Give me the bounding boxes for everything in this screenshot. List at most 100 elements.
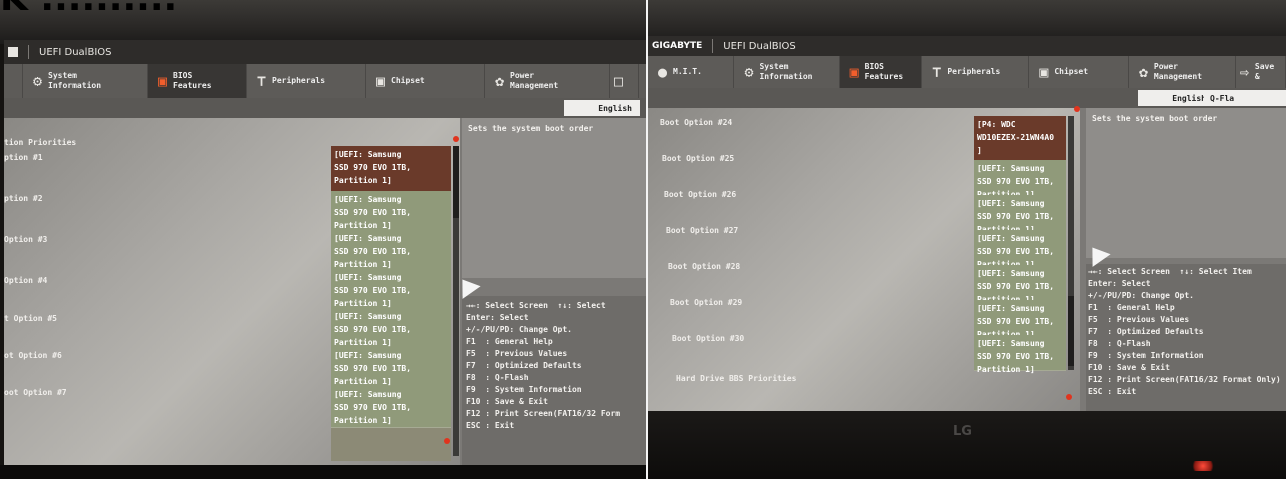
key-legend-line: F7 : Optimized Defaults xyxy=(466,361,582,370)
tab-power-management[interactable]: ✿ Power Management xyxy=(485,64,610,98)
tab-label: Peripherals xyxy=(272,76,326,85)
tab-label: System Information xyxy=(759,62,813,81)
help-panel: Sets the system boot order xyxy=(1086,108,1286,258)
tab-peripherals[interactable]: ⊤ Peripherals xyxy=(247,64,366,98)
boot-option-label: Boot Option #29 xyxy=(670,298,743,307)
overlay-title: K .......... xyxy=(0,0,646,19)
scrollbar-thumb[interactable] xyxy=(453,146,459,218)
key-legend-line: F8 : Q-Flash xyxy=(466,373,529,382)
key-legend-line: +/-/PU/PD: Change Opt. xyxy=(1088,291,1194,300)
dropdown-option[interactable]: [P4: WDC WD10EZEX-21WN4A0 ] xyxy=(974,116,1066,161)
key-legend-line: F10 : Save & Exit xyxy=(466,397,548,406)
scrollbar-thumb[interactable] xyxy=(1068,296,1074,366)
dropdown-scrollbar[interactable] xyxy=(1068,116,1074,370)
monitor-bezel: LG xyxy=(648,411,1286,479)
title-separator xyxy=(28,45,29,59)
key-legend-line: ESC : Exit xyxy=(1088,387,1137,396)
key-legend-line: ESC : Exit xyxy=(466,421,515,430)
dropdown-option[interactable]: [UEFI: Samsung SSD 970 EVO 1TB, Partitio… xyxy=(974,160,1066,199)
dropdown-option[interactable]: [UEFI: Samsung SSD 970 EVO 1TB, Partitio… xyxy=(974,300,1066,339)
dropdown-option[interactable]: [UEFI: Samsung SSD 970 EVO 1TB, Partitio… xyxy=(331,386,451,428)
chipset-icon: ▣ xyxy=(1039,63,1049,81)
dropdown-option[interactable]: [UEFI: Samsung SSD 970 EVO 1TB, Partitio… xyxy=(974,335,1066,374)
tab-mit[interactable]: ● M.I.T. xyxy=(648,56,735,88)
peripherals-icon: ⊤ xyxy=(932,63,942,81)
brand-logo: GIGABYTE xyxy=(652,41,703,51)
tab-chipset[interactable]: ▣ Chipset xyxy=(366,64,485,98)
tab-label: M.I.T. xyxy=(673,67,702,76)
boot-option-label: Boot Option #25 xyxy=(662,154,735,163)
boot-option-label: Boot Option #27 xyxy=(666,226,739,235)
boot-option-label: Option #4 xyxy=(4,276,48,285)
key-legend-line: →←: Select Screen ↑↓: Select xyxy=(466,301,606,310)
language-button[interactable]: English xyxy=(564,100,640,116)
dropdown-option[interactable]: [UEFI: Samsung SSD 970 EVO 1TB, Partitio… xyxy=(331,347,451,389)
dropdown-option[interactable]: [UEFI: Samsung SSD 970 EVO 1TB, Partitio… xyxy=(974,265,1066,304)
title-separator xyxy=(712,39,714,53)
section-label: Hard Drive BBS Priorities xyxy=(676,374,797,383)
section-label: tion Priorities xyxy=(4,138,77,147)
dropdown-option[interactable]: [UEFI: Samsung SSD 970 EVO 1TB, Partitio… xyxy=(331,146,451,192)
key-legend-line: F5 : Previous Values xyxy=(1088,315,1190,324)
dropdown-option[interactable]: [UEFI: Samsung SSD 970 EVO 1TB, Partitio… xyxy=(331,230,451,272)
gear-icon: ⚙ xyxy=(744,63,754,81)
language-button[interactable]: English xyxy=(1138,90,1214,106)
key-legend-line: F12 : Print Screen(FAT16/32 Format Only) xyxy=(1088,375,1281,384)
power-icon: ✿ xyxy=(1138,63,1148,81)
product-name: UEFI DualBIOS xyxy=(723,40,796,52)
dropdown-option[interactable]: [UEFI: Samsung SSD 970 EVO 1TB, Partitio… xyxy=(331,308,451,350)
tab-save-exit-partial[interactable]: □ xyxy=(610,64,639,98)
key-legend-line: F9 : System Information xyxy=(1088,351,1204,360)
left-photo: K .......... UEFI DualBIOS ⚙ System Info… xyxy=(0,0,646,479)
qflash-button[interactable]: Q-Fla xyxy=(1204,90,1286,106)
boot-option-label: ot Option #6 xyxy=(4,351,62,360)
tab-system-information[interactable]: ⚙ System Information xyxy=(23,64,148,98)
dropdown-option[interactable]: [UEFI: Samsung SSD 970 EVO 1TB, Partitio… xyxy=(974,230,1066,269)
product-name: UEFI DualBIOS xyxy=(39,46,112,58)
bios-icon: ▣ xyxy=(849,63,859,81)
dropdown-option[interactable]: [UEFI: Samsung SSD 970 EVO 1TB, Partitio… xyxy=(331,191,451,233)
tab-system-information[interactable]: ⚙ System Information xyxy=(734,56,840,88)
power-icon: ✿ xyxy=(495,72,505,90)
chipset-icon: ▣ xyxy=(376,72,386,90)
right-bios-screen: GIGABYTE UEFI DualBIOS ● M.I.T. ⚙ System… xyxy=(648,36,1286,413)
settings-area: tion Priorities ption #1 ption #2 Option… xyxy=(4,118,460,465)
scroll-up-indicator xyxy=(1074,106,1080,112)
key-legend-line: Enter: Select xyxy=(1088,279,1151,288)
tab-label: Power Management xyxy=(510,71,559,90)
scroll-down-indicator xyxy=(444,438,450,444)
tab-label: Chipset xyxy=(1054,67,1089,76)
boot-option-label: Boot Option #30 xyxy=(672,334,745,343)
tab-partial[interactable] xyxy=(4,64,23,98)
key-legend-line: +/-/PU/PD: Change Opt. xyxy=(466,325,572,334)
dropdown-option[interactable]: [UEFI: Samsung SSD 970 EVO 1TB, Partitio… xyxy=(974,195,1066,234)
scroll-down-indicator xyxy=(1066,394,1072,400)
tab-bios-features[interactable]: ▣ BIOS Features xyxy=(839,56,923,88)
key-legend-line: F9 : System Information xyxy=(466,385,582,394)
gigabyte-logo xyxy=(8,47,18,57)
tab-label: Save & xyxy=(1254,62,1275,81)
language-row: English Q-Fla xyxy=(648,88,1286,108)
key-legend-line: F8 : Q-Flash xyxy=(1088,339,1151,348)
help-text: Sets the system boot order xyxy=(468,124,594,133)
tab-label: System Information xyxy=(48,71,102,90)
tab-peripherals[interactable]: ⊤ Peripherals xyxy=(922,56,1030,88)
key-legend-line: F5 : Previous Values xyxy=(466,349,568,358)
tab-bios-features[interactable]: ▣ BIOS Features xyxy=(148,64,247,98)
left-bios-screen: UEFI DualBIOS ⚙ System Information ▣ BIO… xyxy=(4,40,646,469)
lg-logo: LG xyxy=(953,424,972,439)
dropdown-option[interactable]: [UEFI: Samsung SSD 970 EVO 1TB, Partitio… xyxy=(331,269,451,311)
tab-label: Chipset xyxy=(391,76,425,85)
boot-option-label: Boot Option #26 xyxy=(664,190,737,199)
dropdown-scrollbar[interactable] xyxy=(453,146,459,456)
tab-chipset[interactable]: ▣ Chipset xyxy=(1029,56,1129,88)
tab-label: BIOS Features xyxy=(864,62,904,81)
key-legend-line: F12 : Print Screen(FAT16/32 Form xyxy=(466,409,621,418)
help-panel: Sets the system boot order xyxy=(462,118,646,278)
tab-power-management[interactable]: ✿ Power Management xyxy=(1129,56,1236,88)
key-legend-line: Enter: Select xyxy=(466,313,529,322)
gear-icon: ⚙ xyxy=(33,72,43,90)
tab-label: BIOS Features xyxy=(173,71,212,90)
save-exit-icon: □ xyxy=(614,72,624,90)
tab-save-exit[interactable]: ⇨ Save & xyxy=(1236,56,1286,88)
